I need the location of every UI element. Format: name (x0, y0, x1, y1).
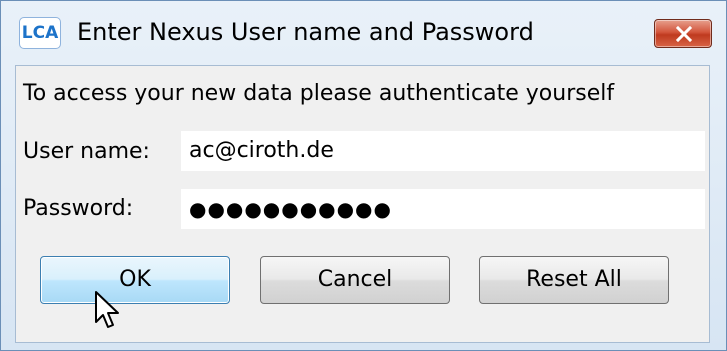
user-name-label: User name: (23, 139, 150, 164)
user-name-input[interactable]: ac@ciroth.de (181, 131, 705, 171)
cancel-button[interactable]: Cancel (260, 256, 450, 304)
password-input[interactable]: ●●●●●●●●●●● (181, 189, 705, 229)
ok-button[interactable]: OK (40, 256, 230, 304)
auth-message: To access your new data please authentic… (23, 81, 615, 106)
reset-all-button[interactable]: Reset All (479, 256, 669, 304)
mouse-pointer-icon (95, 291, 119, 328)
close-icon (676, 26, 692, 42)
password-label: Password: (23, 196, 134, 221)
login-dialog-window: LCA Enter Nexus User name and Password T… (0, 0, 727, 351)
title-bar[interactable]: LCA Enter Nexus User name and Password (1, 1, 726, 65)
app-logo-icon: LCA (19, 17, 61, 49)
close-button[interactable] (654, 19, 712, 48)
window-title: Enter Nexus User name and Password (77, 18, 534, 46)
